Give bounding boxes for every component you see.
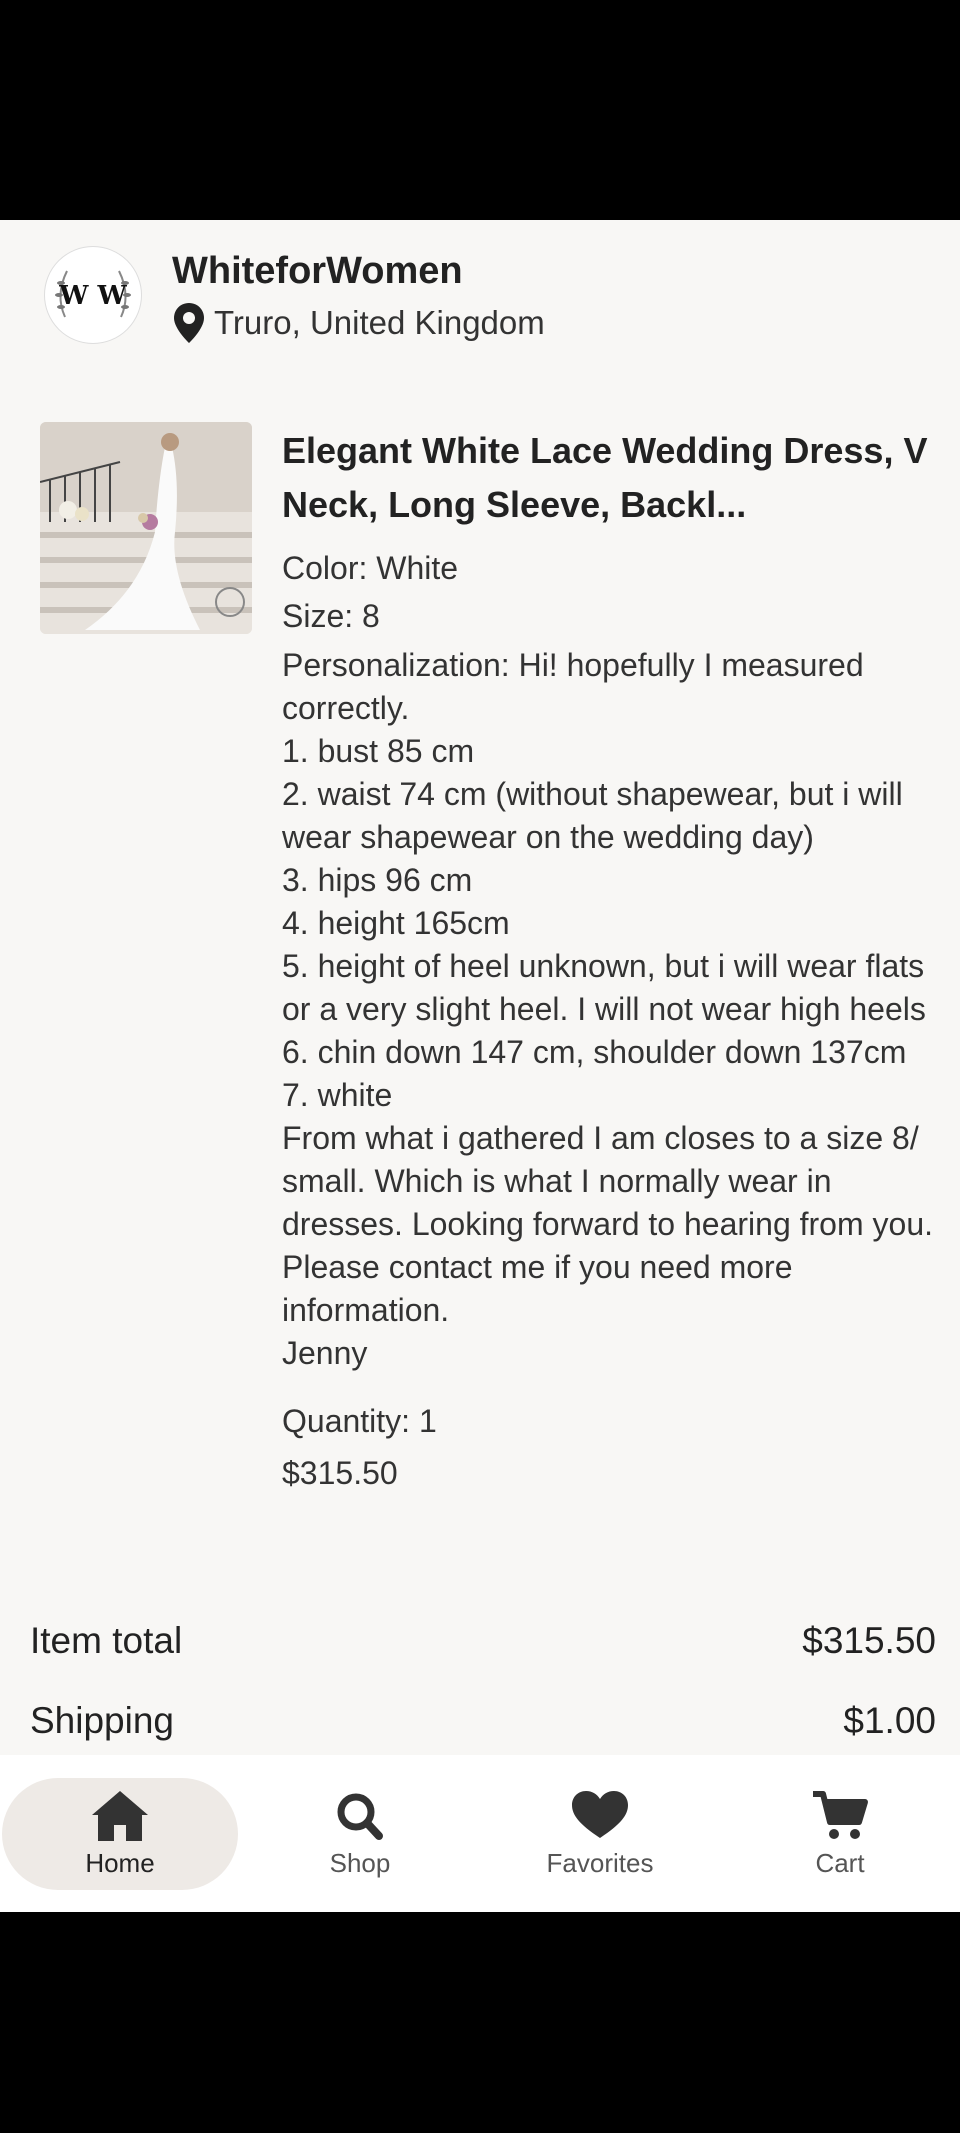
home-icon xyxy=(92,1791,148,1841)
nav-shop-label: Shop xyxy=(329,1848,391,1878)
wedding-dress-photo xyxy=(40,422,252,634)
shipping-value: $1.00 xyxy=(843,1700,936,1741)
variant-color: Color: White xyxy=(282,550,459,586)
personalization-line: Personalization: Hi! hopefully I measure… xyxy=(282,647,864,726)
personalization-line: From what i gathered I am closes to a si… xyxy=(282,1120,933,1328)
personalization-line: 1. bust 85 cm xyxy=(282,733,475,769)
item-price: $315.50 xyxy=(282,1455,398,1491)
shipping-label: Shipping xyxy=(30,1700,175,1741)
personalization-line: 6. chin down 147 cm, shoulder down 137cm xyxy=(282,1034,907,1070)
search-icon xyxy=(337,1793,383,1840)
nav-cart-label: Cart xyxy=(815,1848,865,1878)
scroll-content[interactable]: W W WhiteforWomen Truro, United Kingdom xyxy=(0,220,960,1755)
nav-cart[interactable]: Cart xyxy=(722,1778,958,1890)
nav-favorites[interactable]: Favorites xyxy=(482,1778,718,1890)
nav-favorites-label: Favorites xyxy=(546,1848,654,1878)
personalization-line: 5. height of heel unknown, but i will we… xyxy=(282,948,926,1027)
personalization-text: Personalization: Hi! hopefully I measure… xyxy=(282,644,942,1375)
personalization-line: 7. white xyxy=(282,1077,393,1113)
bottom-navigation: Home Shop Favorites Cart xyxy=(0,1755,960,1912)
heart-icon xyxy=(572,1791,628,1838)
shop-location-text: Truro, United Kingdom xyxy=(214,304,545,341)
item-quantity: Quantity: 1 xyxy=(282,1403,437,1439)
svg-text:W W: W W xyxy=(58,281,127,311)
item-thumbnail[interactable] xyxy=(40,422,252,634)
location-pin-icon xyxy=(174,303,204,343)
item-total-value: $315.50 xyxy=(802,1620,936,1661)
shop-header[interactable]: W W WhiteforWomen Truro, United Kingdom xyxy=(44,246,545,344)
personalization-line: 4. height 165cm xyxy=(282,905,510,941)
nav-shop[interactable]: Shop xyxy=(242,1778,478,1890)
shop-name[interactable]: WhiteforWomen xyxy=(172,246,545,296)
shop-location: Truro, United Kingdom xyxy=(172,302,545,344)
shipping-row: Shipping $1.00 xyxy=(30,1700,936,1742)
shop-logo[interactable]: W W xyxy=(44,246,142,344)
variant-size: Size: 8 xyxy=(282,598,380,634)
item-total-label: Item total xyxy=(30,1620,183,1661)
personalization-line: 3. hips 96 cm xyxy=(282,862,473,898)
personalization-line: Jenny xyxy=(282,1335,368,1371)
nav-home-label: Home xyxy=(85,1848,155,1878)
item-total-row: Item total $315.50 xyxy=(30,1620,936,1662)
nav-home[interactable]: Home xyxy=(2,1777,238,1890)
personalization-line: 2. waist 74 cm (without shapewear, but i… xyxy=(282,776,903,855)
order-screen: W W WhiteforWomen Truro, United Kingdom xyxy=(0,220,960,1912)
cart-icon xyxy=(813,1791,868,1839)
item-title[interactable]: Elegant White Lace Wedding Dress, V Neck… xyxy=(282,424,942,532)
wreath-logo-icon: W W xyxy=(55,270,131,318)
